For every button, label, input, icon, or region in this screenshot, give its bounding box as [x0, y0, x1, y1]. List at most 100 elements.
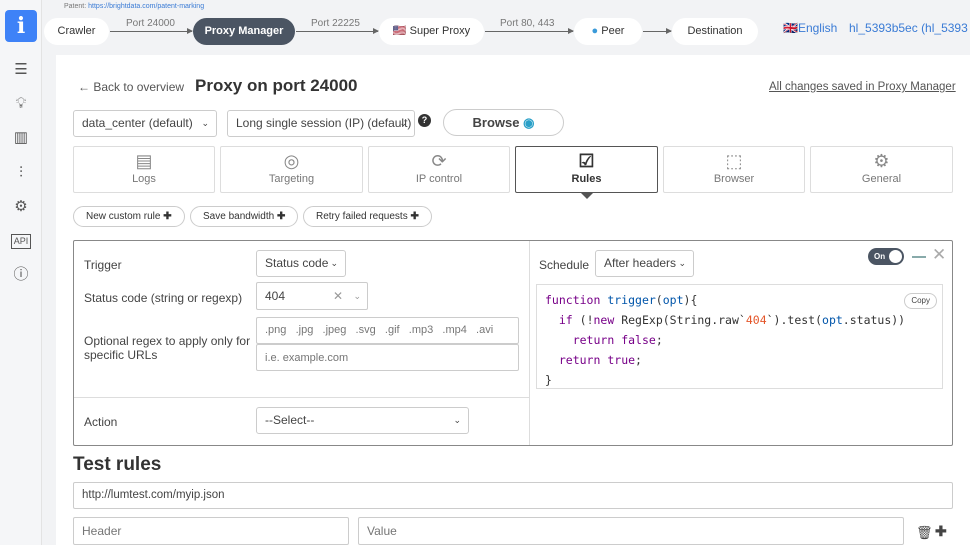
arrow-left-icon: ← [78, 80, 90, 94]
help-icon[interactable]: ⓘ [11, 265, 31, 285]
browser-icon: ⬚ [725, 151, 743, 171]
chevron-down-icon: ⌄ [453, 415, 461, 425]
extensions-list: .png .jpg .jpeg .svg .gif .mp3 .mp4 .avi [256, 317, 519, 344]
rule-enabled-toggle[interactable]: On [868, 248, 904, 265]
chevron-down-icon: ⌄ [399, 118, 407, 128]
extension-mp3[interactable]: .mp3 [409, 324, 433, 336]
minimize-icon[interactable] [912, 256, 926, 258]
patent-link[interactable]: https://brightdata.com/patent-marking [88, 3, 204, 10]
lightbulb-icon[interactable]: 💡︎ [11, 94, 31, 114]
status-code-label: Status code (string or regexp) [84, 291, 243, 305]
new-custom-rule-button[interactable]: New custom rule ✚ [73, 206, 185, 227]
chrome-icon: ◉ [523, 115, 535, 130]
action-select[interactable]: --Select-- ⌄ [256, 407, 469, 434]
trigger-value: Status code [265, 256, 329, 270]
language-label: English [797, 21, 838, 35]
tab-targeting[interactable]: ◎ Targeting [220, 146, 363, 193]
trash-icon[interactable]: 🗑︎ [916, 525, 933, 541]
action-label: Action [84, 415, 118, 429]
code-line: } [545, 373, 552, 387]
trigger-select[interactable]: Status code ⌄ [256, 250, 346, 277]
flow-node-peer[interactable]: ● Peer [574, 18, 642, 45]
flow-arrow [485, 28, 574, 34]
refresh-icon: ⟳ [431, 151, 447, 171]
save-bandwidth-button[interactable]: Save bandwidth ✚ [190, 206, 299, 227]
tab-label: IP control [415, 173, 463, 185]
flow-arrow [110, 28, 193, 34]
code-preview: function trigger(opt){ if (!new RegExp(S… [536, 284, 943, 389]
retry-failed-requests-button[interactable]: Retry failed requests ✚ [303, 206, 432, 227]
code-line: function trigger(opt){ [545, 293, 698, 307]
info-logo-icon[interactable]: i [5, 10, 37, 42]
active-tab-pointer [581, 193, 593, 199]
flow-port: Port 22225 [311, 18, 360, 29]
header-input[interactable] [73, 517, 349, 545]
patent-label: Patent: [64, 3, 87, 10]
extension-png[interactable]: .png [265, 324, 286, 336]
flow-node-destination[interactable]: Destination [672, 18, 758, 45]
extension-mp4[interactable]: .mp4 [442, 324, 466, 336]
plus-icon: ✚ [163, 211, 172, 222]
flow-node-proxy-manager[interactable]: Proxy Manager [193, 18, 295, 45]
add-header-icon[interactable]: ✚ [935, 523, 947, 540]
extension-jpeg[interactable]: .jpeg [323, 324, 347, 336]
globe-icon: ● [591, 25, 599, 37]
zone-select[interactable]: data_center (default) ⌄ [73, 110, 217, 137]
plus-icon: ✚ [410, 211, 419, 222]
language-selector[interactable]: 🇬🇧English [783, 21, 837, 35]
tab-label: Browser [713, 173, 755, 185]
browse-button[interactable]: Browse ◉ [443, 109, 564, 136]
tab-rules[interactable]: ☑ Rules [515, 146, 658, 193]
extension-gif[interactable]: .gif [385, 324, 400, 336]
preset-label: Save bandwidth [203, 211, 275, 222]
schedule-value: After headers [604, 256, 677, 270]
tab-browser[interactable]: ⬚ Browser [663, 146, 805, 193]
code-line: if (!new RegExp(String.raw`404`).test(op… [558, 313, 906, 327]
rule-editor: Trigger Status code ⌄ Status code (string… [73, 240, 953, 446]
patent-note: Patent: https://brightdata.com/patent-ma… [64, 3, 204, 10]
node-label: Peer [601, 25, 625, 37]
extension-jpg[interactable]: .jpg [296, 324, 314, 336]
extension-avi[interactable]: .avi [476, 324, 493, 336]
test-rules-title: Test rules [73, 454, 162, 475]
uk-flag-icon: 🇬🇧 [783, 21, 798, 35]
chevron-down-icon: ⌄ [678, 258, 686, 268]
chart-icon[interactable]: ▥ [11, 128, 31, 148]
us-flag-icon: 🇺🇸 [392, 25, 407, 37]
document-icon[interactable]: ☰ [11, 60, 31, 80]
back-link[interactable]: ← Back to overview [78, 80, 184, 94]
clear-icon[interactable]: ✕ [333, 283, 343, 309]
saved-status-link[interactable]: All changes saved in Proxy Manager [769, 81, 956, 93]
copy-button[interactable]: Copy [904, 293, 937, 309]
api-icon[interactable]: API [11, 234, 31, 249]
gear-icon[interactable]: ⚙ [11, 197, 31, 217]
account-menu[interactable]: hl_5393b5ec (hl_5393 [849, 21, 968, 35]
close-icon[interactable]: ✕ [932, 245, 946, 265]
toggle-knob [889, 250, 902, 263]
tab-general[interactable]: ⚙ General [810, 146, 953, 193]
flow-node-crawler[interactable]: Crawler [44, 18, 109, 45]
value-input[interactable] [358, 517, 904, 545]
preset-label: New custom rule [86, 211, 161, 222]
schedule-select[interactable]: After headers ⌄ [595, 250, 694, 277]
page-title: Proxy on port 24000 [195, 76, 358, 95]
node-label: Super Proxy [409, 25, 471, 37]
tab-ip-control[interactable]: ⟳ IP control [368, 146, 510, 193]
plus-icon: ✚ [276, 211, 286, 222]
sliders-icon[interactable]: ⫶ [11, 163, 31, 183]
url-regex-input[interactable] [256, 344, 519, 371]
flow-node-super-proxy[interactable]: 🇺🇸 Super Proxy [379, 18, 484, 45]
session-select[interactable]: Long single session (IP) (default) ⌄ [227, 110, 415, 137]
test-url-input[interactable]: http://lumtest.com/myip.json [73, 482, 953, 509]
status-code-input[interactable]: 404 ✕ ⌄ [256, 282, 368, 310]
chevron-down-icon[interactable]: ⌄ [353, 283, 361, 309]
rules-icon: ☑ [578, 151, 595, 171]
session-value: Long single session (IP) (default) [236, 116, 412, 130]
help-icon[interactable]: ? [418, 114, 431, 127]
back-label: Back to overview [93, 80, 185, 94]
extension-svg[interactable]: .svg [356, 324, 376, 336]
tab-logs[interactable]: ▤ Logs [73, 146, 215, 193]
action-value: --Select-- [265, 413, 315, 427]
toggle-label: On [874, 252, 886, 261]
browse-label: Browse [472, 115, 520, 130]
